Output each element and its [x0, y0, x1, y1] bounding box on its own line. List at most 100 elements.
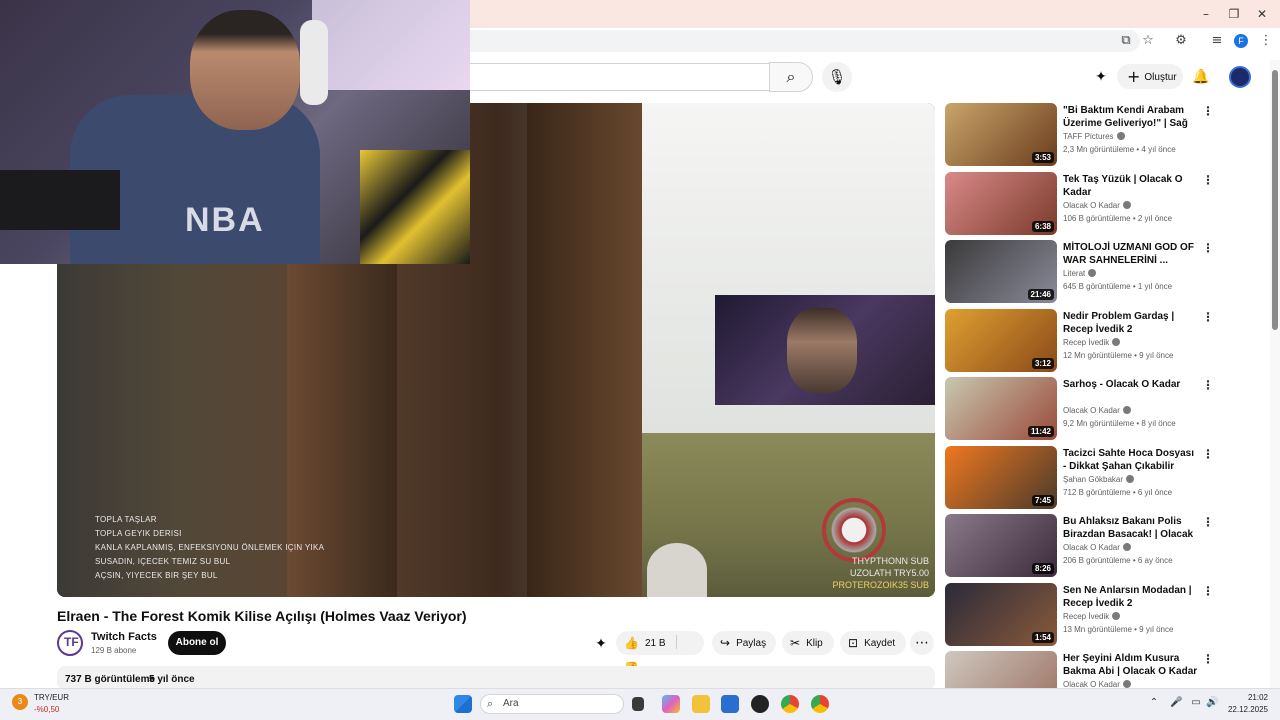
share-button[interactable]: ↪ Paylaş	[712, 631, 776, 655]
steam-icon[interactable]	[751, 695, 769, 713]
taskbar-search[interactable]: ⌕ Ara	[480, 694, 624, 714]
clock-date[interactable]: 22.12.2025	[1226, 705, 1268, 714]
like-button[interactable]: 👍 21 B	[624, 636, 666, 650]
recommendation-item[interactable]: 6:38 Tek Taş Yüzük | Olacak O Kadar Olacak…	[945, 172, 1275, 236]
search-input[interactable]	[470, 63, 770, 91]
recommendation-title[interactable]: Her Şeyini Aldım Kusura Bakma Abi | Olac…	[1063, 652, 1199, 678]
more-options-icon[interactable]: ⋮	[1201, 379, 1215, 391]
store-icon[interactable]	[721, 695, 739, 713]
chrome-icon[interactable]	[781, 695, 799, 713]
recommendation-meta: 13 Mn görüntüleme • 9 yıl önce	[1063, 625, 1174, 634]
task-view-icon[interactable]	[632, 697, 644, 711]
recommendation-title[interactable]: MİTOLOJİ UZMANI GOD OF WAR SAHNELERİNİ .…	[1063, 241, 1199, 267]
search-button[interactable]: ⌕	[769, 62, 813, 92]
scrollbar-thumb[interactable]	[1272, 70, 1278, 330]
more-options-icon[interactable]: ⋮	[1201, 105, 1215, 117]
recommendation-title[interactable]: "Bi Baktım Kendi Arabam Üzerime Geliveri…	[1063, 104, 1199, 130]
recommendation-thumbnail[interactable]: 21:46	[945, 240, 1057, 303]
create-label: Oluştur	[1144, 72, 1177, 83]
recommendation-title[interactable]: Tacizci Sahte Hoca Dosyası - Dikkat Şaha…	[1063, 447, 1199, 473]
speaker-icon[interactable]: 🔊	[1206, 697, 1218, 709]
recommendation-channel[interactable]: Şahan Gökbakar	[1063, 475, 1135, 484]
recommendation-thumbnail[interactable]: 8:26	[945, 514, 1057, 577]
currency-pair[interactable]: TRY/EUR	[34, 693, 69, 702]
recommendation-title[interactable]: Sen Ne Anlarsın Modadan | Recep İvedik 2	[1063, 584, 1199, 610]
more-options-icon[interactable]: ⋮	[1201, 174, 1215, 186]
recommendation-item[interactable]: 11:42 Sarhoş - Olacak O Kadar Olacak O Kad…	[945, 377, 1275, 441]
recommendation-meta: 206 B görüntüleme • 6 ay önce	[1063, 556, 1173, 565]
more-options-icon[interactable]: ⋮	[1201, 653, 1215, 665]
address-bar[interactable]	[470, 30, 1140, 52]
recommendation-title[interactable]: Tek Taş Yüzük | Olacak O Kadar	[1063, 173, 1199, 199]
recommendation-thumbnail[interactable]: 11:42	[945, 377, 1057, 440]
weather-widget-icon[interactable]: 3	[12, 694, 28, 710]
recommendation-item[interactable]: 7:45 Tacizci Sahte Hoca Dosyası - Dikkat …	[945, 446, 1275, 510]
recommendation-meta: 2,3 Mn görüntüleme • 4 yıl önce	[1063, 145, 1176, 154]
copilot-icon[interactable]	[662, 695, 680, 713]
currency-change: -%0,50	[34, 705, 60, 714]
verified-icon	[1088, 269, 1097, 277]
channel-avatar[interactable]: TF	[57, 630, 83, 656]
browser-menu-icon[interactable]: ⋮	[1258, 33, 1274, 49]
more-options-icon[interactable]: ⋮	[1201, 242, 1215, 254]
verified-icon	[1122, 201, 1131, 209]
recommendation-item[interactable]: 1:54 Sen Ne Anlarsın Modadan | Recep İved…	[945, 583, 1275, 647]
file-explorer-icon[interactable]	[692, 695, 710, 713]
windows-start-icon[interactable]	[454, 695, 472, 713]
recommendation-thumbnail[interactable]: 3:12	[945, 309, 1057, 372]
profile-avatar[interactable]: F	[1234, 34, 1248, 48]
tray-chevron-icon[interactable]: ⌃	[1148, 697, 1160, 709]
media-control-icon[interactable]: ≡	[1209, 33, 1225, 49]
video-duration: 6:38	[1031, 221, 1054, 232]
channel-name[interactable]: Twitch Facts	[91, 631, 157, 643]
sparkle-icon[interactable]: ✦	[1091, 67, 1111, 87]
recommendation-item[interactable]: 3:12 Nedir Problem Gardaş | Recep İvedik …	[945, 309, 1275, 373]
microphone-icon[interactable]: 🎤	[1170, 697, 1182, 709]
webcam-chair	[360, 150, 470, 264]
recommendation-item[interactable]: 3:53 "Bi Baktım Kendi Arabam Üzerime Geli…	[945, 103, 1275, 167]
close-button[interactable]: ✕	[1252, 4, 1272, 24]
recommendation-thumbnail[interactable]: 6:38	[945, 172, 1057, 235]
more-options-icon[interactable]: ⋮	[1201, 585, 1215, 597]
recommendation-channel[interactable]: TAFF Pictures	[1063, 132, 1125, 141]
channel-avatar-letters: TF	[64, 635, 79, 649]
recommendation-channel[interactable]: Olacak O Kadar	[1063, 406, 1131, 415]
minimize-button[interactable]: –	[1196, 4, 1216, 24]
objective-line: SUSADIN, IÇECEK TEMIZ SU BUL	[95, 557, 231, 566]
recommendation-channel[interactable]: Olacak O Kadar	[1063, 543, 1131, 552]
more-options-icon[interactable]: ⋮	[1201, 516, 1215, 528]
recommendation-title[interactable]: Nedir Problem Gardaş | Recep İvedik 2	[1063, 310, 1199, 336]
recommendation-channel-name: Şahan Gökbakar	[1063, 475, 1124, 484]
clock-time[interactable]: 21:02	[1226, 693, 1268, 702]
recommendation-item[interactable]: 8:26 Bu Ahlaksız Bakanı Polis Birazdan Ba…	[945, 514, 1275, 578]
more-options-icon[interactable]: ⋮	[1201, 311, 1215, 323]
recommendation-thumbnail[interactable]: 1:54	[945, 583, 1057, 646]
extensions-icon[interactable]: ⚙	[1173, 33, 1189, 49]
recommendation-channel[interactable]: Recep İvedik	[1063, 338, 1121, 347]
clip-button[interactable]: ✂ Klip	[782, 631, 834, 655]
recommendation-meta: 712 B görüntüleme • 6 yıl önce	[1063, 488, 1173, 497]
recommendation-thumbnail[interactable]: 3:53	[945, 103, 1057, 166]
notifications-button[interactable]: 🔔	[1190, 66, 1212, 88]
account-avatar[interactable]	[1229, 66, 1251, 88]
voice-search-button[interactable]: 🎙	[822, 62, 852, 92]
more-options-icon[interactable]: ⋮	[1201, 448, 1215, 460]
recommendation-title[interactable]: Bu Ahlaksız Bakanı Polis Birazdan Basaca…	[1063, 515, 1199, 541]
recommendation-channel[interactable]: Recep İvedik	[1063, 612, 1121, 621]
subscribe-button[interactable]: Abone ol	[168, 631, 226, 655]
maximize-button[interactable]: ❐	[1224, 4, 1244, 24]
recommendation-item[interactable]: 21:46 MİTOLOJİ UZMANI GOD OF WAR SAHNELER…	[945, 240, 1275, 304]
recommendation-channel[interactable]: Literat	[1063, 269, 1097, 278]
install-icon[interactable]: ⧉	[1118, 33, 1134, 49]
bookmark-star-icon[interactable]: ☆	[1140, 33, 1156, 49]
save-button[interactable]: ⊡ Kaydet	[840, 631, 906, 655]
recommendation-meta: 9,2 Mn görüntüleme • 8 yıl önce	[1063, 419, 1176, 428]
create-button[interactable]: + Oluştur	[1117, 64, 1183, 89]
display-icon[interactable]: ▭	[1190, 697, 1202, 709]
recommendation-title[interactable]: Sarhoş - Olacak O Kadar	[1063, 378, 1199, 391]
recommendation-thumbnail[interactable]: 7:45	[945, 446, 1057, 509]
recommendation-channel[interactable]: Olacak O Kadar	[1063, 201, 1131, 210]
chrome-profile-icon[interactable]	[811, 695, 829, 713]
ask-sparkle-icon[interactable]: ✦	[592, 635, 610, 653]
more-actions-button[interactable]: ⋯	[910, 631, 934, 655]
